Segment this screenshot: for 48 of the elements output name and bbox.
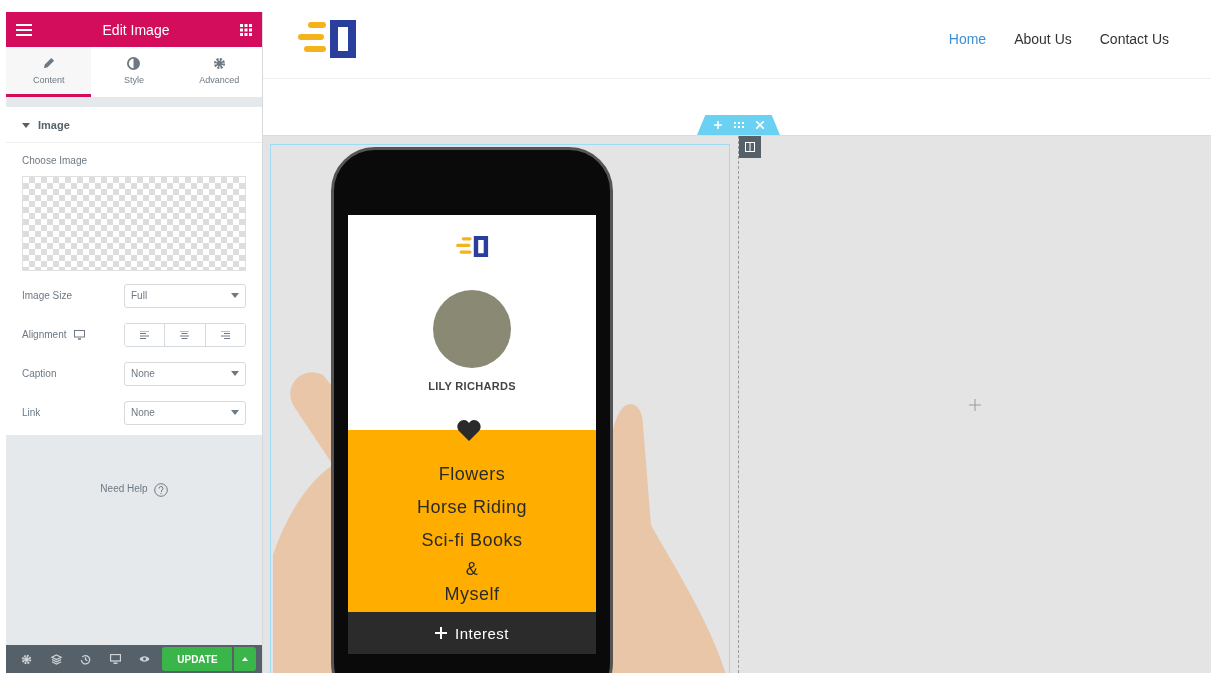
gear-icon xyxy=(212,56,226,70)
add-interest-button[interactable]: Interest xyxy=(348,612,596,654)
alignment-control[interactable] xyxy=(124,322,246,347)
update-button[interactable]: UPDATE xyxy=(162,647,233,671)
lines-icon xyxy=(220,330,230,339)
field-label: Caption xyxy=(22,368,57,379)
column-handle[interactable] xyxy=(739,136,761,158)
field-label: Choose Image xyxy=(22,155,89,166)
contrast-icon xyxy=(127,56,141,70)
interest-text: Myself xyxy=(444,583,500,606)
lines-icon xyxy=(180,330,190,339)
desktop-icon[interactable] xyxy=(74,329,86,340)
menu-icon[interactable] xyxy=(16,23,32,36)
help-link[interactable]: Need Help xyxy=(100,483,148,645)
interest-text: Sci-fi Books xyxy=(421,529,523,552)
panel-tab[interactable]: Content xyxy=(6,47,92,97)
interest-text: Flowers xyxy=(438,463,506,486)
section-handle[interactable] xyxy=(697,115,780,135)
caret-icon xyxy=(231,293,239,298)
plus-icon xyxy=(435,627,447,639)
align-left-button[interactable] xyxy=(125,323,166,346)
help-icon[interactable] xyxy=(153,483,168,497)
field-label: Alignment xyxy=(22,329,67,340)
select-field[interactable]: None xyxy=(124,400,246,425)
close-icon[interactable] xyxy=(755,121,764,129)
caret-icon xyxy=(231,410,239,415)
pencil-icon xyxy=(42,56,56,70)
field-label: Link xyxy=(22,407,41,418)
profile-name: LILY RICHARDS xyxy=(428,380,516,393)
lines-icon xyxy=(140,330,150,339)
interest-text: & xyxy=(465,558,479,581)
drag-icon[interactable] xyxy=(733,122,744,128)
nav-link[interactable]: About Us xyxy=(1014,31,1072,47)
grid-icon[interactable] xyxy=(240,23,252,36)
panel-title: Edit Image xyxy=(102,21,170,38)
select-field[interactable]: None xyxy=(124,361,246,386)
nav-link[interactable]: Contact Us xyxy=(1099,31,1169,47)
logo-icon xyxy=(453,235,491,259)
field-label: Image Size xyxy=(22,290,73,301)
add-icon[interactable] xyxy=(969,398,981,411)
caret-icon xyxy=(231,371,239,376)
nav-link[interactable]: Home xyxy=(948,31,987,47)
image-thumbnail[interactable] xyxy=(22,176,246,271)
section-title: Image xyxy=(38,118,70,131)
heart-icon xyxy=(457,420,481,441)
select-field[interactable]: Full xyxy=(124,283,246,308)
caret-icon[interactable] xyxy=(22,120,30,129)
interest-text: Horse Riding xyxy=(416,496,527,519)
